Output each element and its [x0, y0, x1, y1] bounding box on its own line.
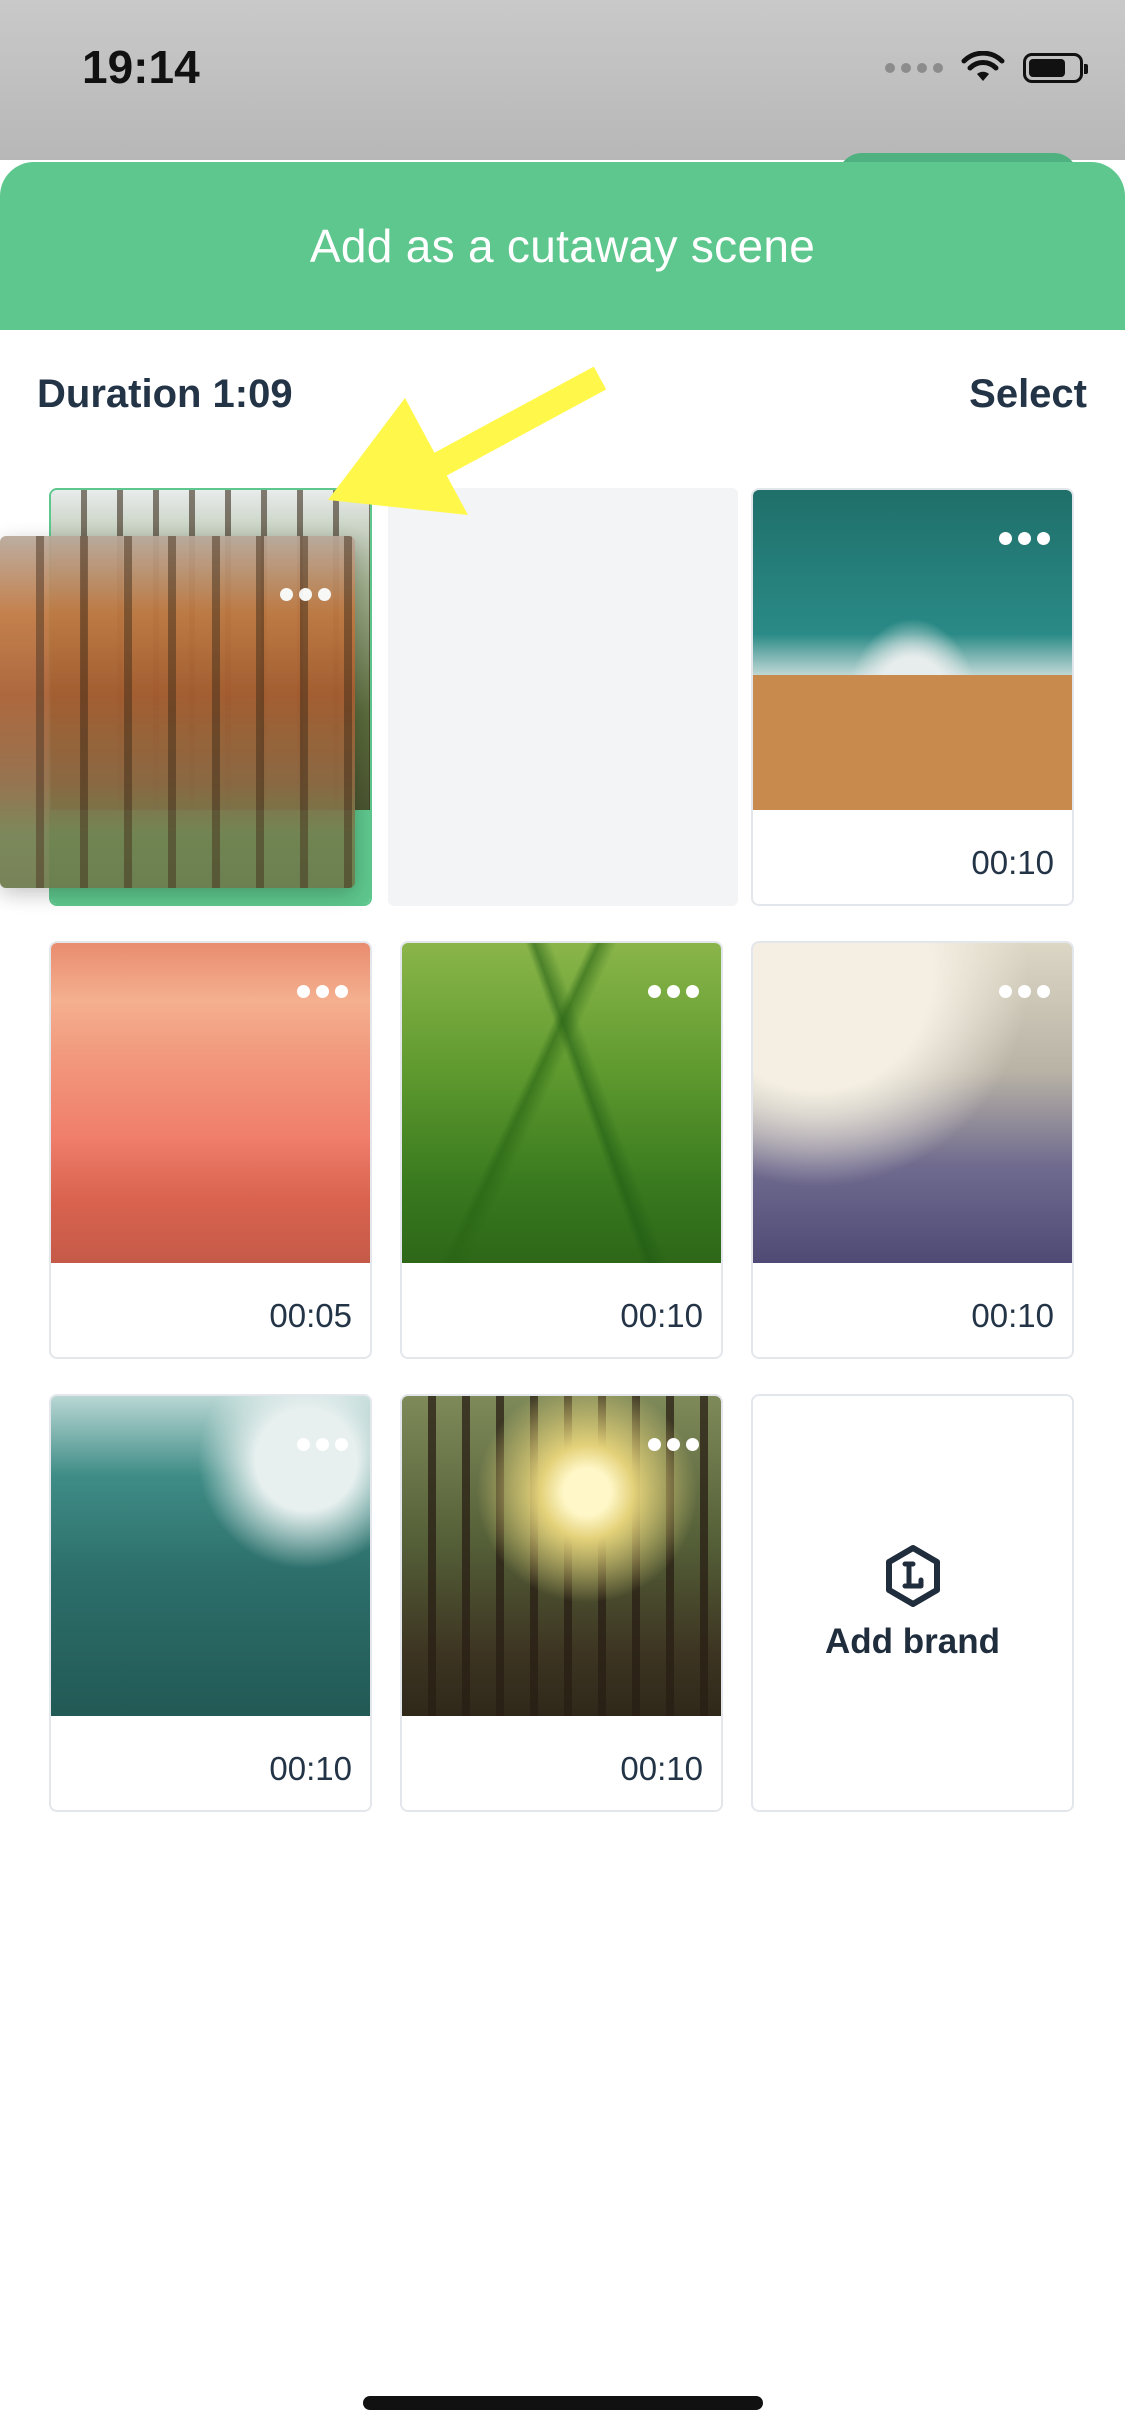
clip-tile[interactable]: 00:10 [751, 488, 1074, 906]
screen: 19:14 Add as a cutaway scene Duration 1:… [0, 0, 1125, 2436]
more-options-icon[interactable] [297, 1438, 348, 1451]
drop-placeholder [388, 488, 738, 906]
status-bar: 19:14 [0, 0, 1125, 160]
more-options-icon[interactable] [648, 1438, 699, 1451]
signal-icon [885, 63, 943, 73]
wifi-icon [961, 51, 1005, 81]
toolbar: Duration 1:09 Select [0, 330, 1125, 470]
more-options-icon[interactable] [297, 985, 348, 998]
clip-tile[interactable]: 00:10 [751, 941, 1074, 1359]
header-title: Add as a cutaway scene [309, 220, 816, 272]
select-button[interactable]: Select [969, 372, 1087, 417]
clip-tile[interactable]: 00:10 [49, 1394, 372, 1812]
clip-duration: 00:10 [971, 1297, 1054, 1334]
more-options-icon[interactable] [999, 985, 1050, 998]
clip-duration: 00:10 [620, 1297, 703, 1334]
status-icons [885, 48, 1088, 88]
add-brand-label: Add brand [825, 1622, 1000, 1661]
battery-icon [1023, 53, 1088, 83]
more-options-icon [280, 588, 331, 601]
more-options-icon[interactable] [648, 985, 699, 998]
dragged-clip-preview[interactable] [0, 536, 355, 888]
home-indicator[interactable] [363, 2396, 763, 2410]
add-brand-button[interactable]: Add brand [751, 1394, 1074, 1812]
clip-tile[interactable]: 00:05 [49, 941, 372, 1359]
brand-hexagon-icon [885, 1545, 940, 1607]
clip-duration: 00:10 [971, 844, 1054, 881]
clip-duration: 00:05 [269, 1297, 352, 1334]
duration-label: Duration 1:09 [37, 372, 293, 416]
clip-duration: 00:10 [620, 1750, 703, 1787]
sheet-header: Add as a cutaway scene [0, 162, 1125, 330]
clip-tile[interactable]: 00:10 [400, 941, 723, 1359]
clip-duration: 00:10 [269, 1750, 352, 1787]
status-time: 19:14 [82, 41, 200, 93]
more-options-icon[interactable] [999, 532, 1050, 545]
clip-tile[interactable]: 00:10 [400, 1394, 723, 1812]
